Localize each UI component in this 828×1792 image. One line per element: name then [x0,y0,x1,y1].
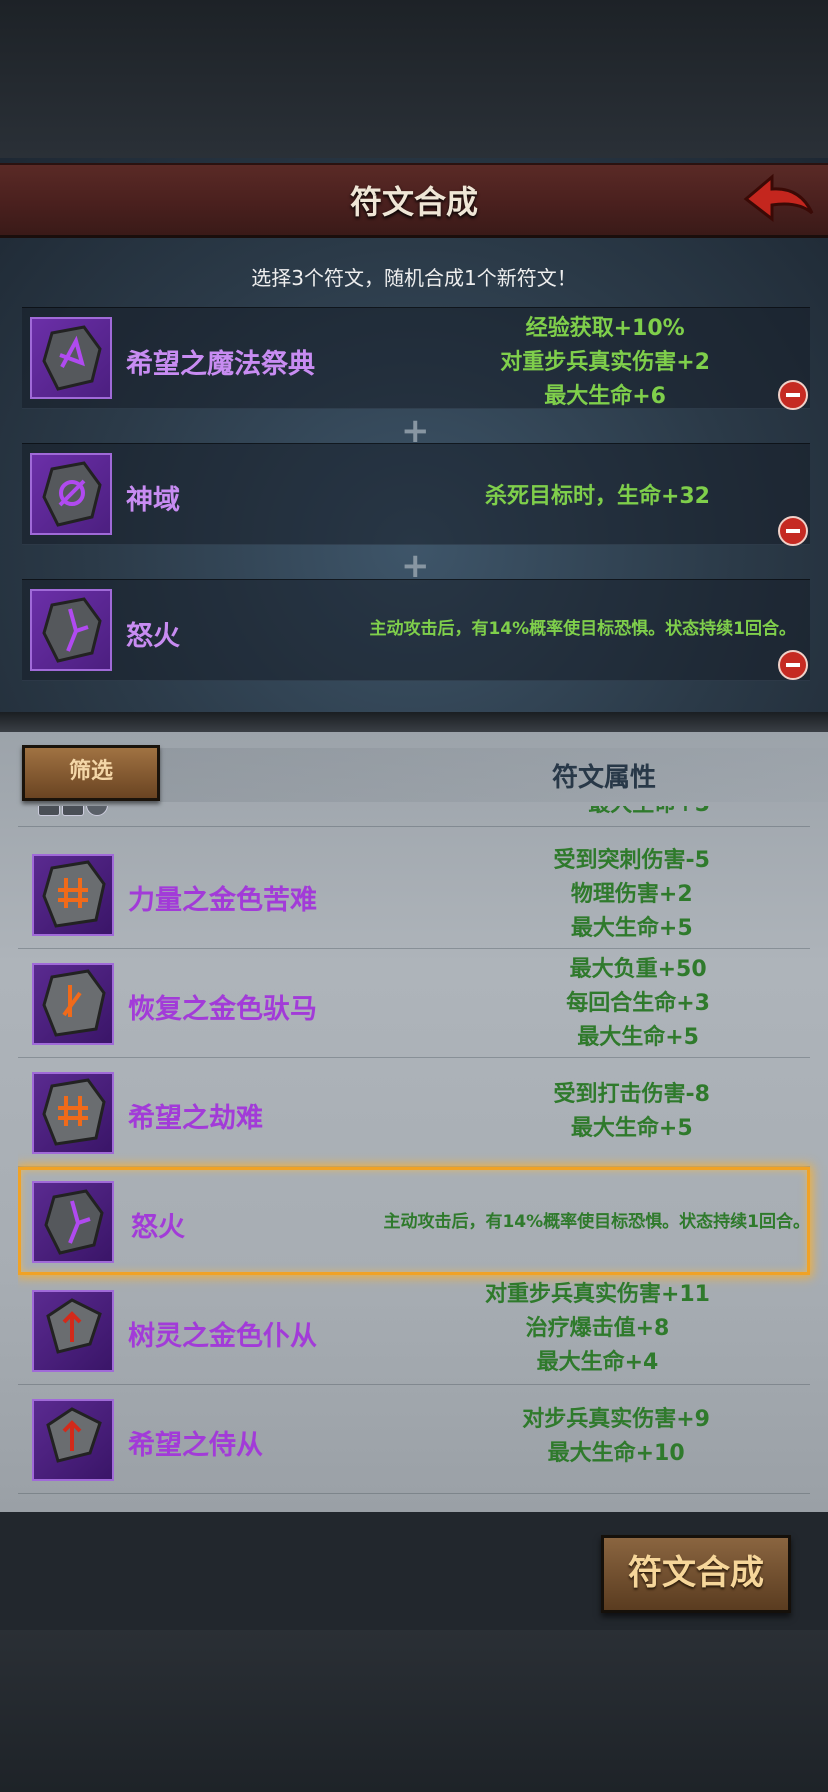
rune-name: 恢复之金色驮马 [128,994,317,1025]
list-item[interactable]: 希望之劫难 受到打击伤害-8 最大生命+5 [18,1058,810,1167]
attribute-column-header: 符文属性 [552,763,657,793]
rune-icon [32,1072,114,1154]
rune-attribute: 治疗爆击值+8 [525,1316,670,1341]
rune-name: 怒火 [131,1212,185,1243]
rune-attributes: 杀死目标时，生命+32 [485,480,710,514]
rune-icon [30,453,112,535]
rune-attributes: 受到突刺伤害-5 物理伤害+2 最大生命+5 [554,844,710,946]
selected-rune-slot[interactable]: 希望之魔法祭典 经验获取+10% 对重步兵真实伤害+2 最大生命+6 [22,307,810,409]
rune-name: 希望之劫难 [128,1103,263,1134]
rune-attributes: 最大生命+5 [588,806,710,822]
rune-attribute: 主动攻击后，有14%概率使目标恐惧。状态持续1回合。 [369,619,796,639]
rune-attribute: 每回合生命+3 [566,991,710,1016]
rune-icon [32,963,114,1045]
rune-attribute: 经验获取+10% [525,316,685,341]
rune-attributes: 对重步兵真实伤害+11 治疗爆击值+8 最大生命+4 [485,1278,710,1380]
plus-icon: + [401,411,430,451]
bottom-bar [0,1630,828,1792]
selected-rune-slot[interactable]: 怒火 主动攻击后，有14%概率使目标恐惧。状态持续1回合。 [22,579,810,681]
socket-icons [38,806,108,818]
rune-icon [30,317,112,399]
rune-attribute: 对重步兵真实伤害+2 [500,350,710,375]
rune-attribute: 受到打击伤害-8 [553,1082,710,1107]
list-item[interactable]: 树灵之金色仆从 对重步兵真实伤害+11 治疗爆击值+8 最大生命+4 [18,1276,810,1385]
rune-icon [32,854,114,936]
rune-name: 树灵之金色仆从 [128,1321,317,1352]
rune-name: 神域 [126,485,180,516]
rune-name: 力量之金色苦难 [128,885,317,916]
rune-icon [32,1399,114,1481]
list-item-selected[interactable]: 怒火 主动攻击后，有14%概率使目标恐惧。状态持续1回合。 [18,1167,810,1275]
rune-attribute: 最大生命+5 [577,1025,699,1050]
remove-rune-button[interactable] [778,516,808,546]
plus-icon: + [401,546,430,586]
instruction-text: 选择3个符文，随机合成1个新符文！ [251,266,577,290]
remove-rune-button[interactable] [778,380,808,410]
rune-attribute: 对重步兵真实伤害+11 [484,1282,710,1307]
rune-attribute: 最大负重+50 [569,957,707,982]
header-bar: 符文合成 [0,163,828,238]
rune-attribute: 最大生命+5 [570,916,693,941]
rune-attributes: 受到打击伤害-8 最大生命+5 [554,1078,710,1146]
rune-attribute: 最大生命+10 [547,1441,685,1466]
rune-attribute: 受到突刺伤害-5 [553,848,710,873]
rune-list[interactable]: 最大生命+5 力量之金色苦难 受到突刺伤害-5 物理伤害+2 最大生命+5 恢复… [18,806,828,1506]
rune-name: 希望之侍从 [128,1430,263,1461]
rune-attribute: 最大生命+4 [536,1350,659,1375]
rune-attribute: 最大生命+5 [570,1116,693,1141]
top-background [0,0,828,158]
rune-attribute: 杀死目标时，生命+32 [484,484,710,509]
rune-icon [30,589,112,671]
page-title: 符文合成 [349,183,478,221]
rune-attributes: 最大负重+50 每回合生命+3 最大生命+5 [566,953,710,1055]
rune-attribute: 最大生命+6 [544,384,666,409]
rune-attributes: 经验获取+10% 对重步兵真实伤害+2 最大生命+6 [500,312,710,414]
panel-divider [0,712,828,732]
header-strip [160,748,828,802]
list-item[interactable]: 力量之金色苦难 受到突刺伤害-5 物理伤害+2 最大生命+5 [18,840,810,949]
rune-attributes: 对步兵真实伤害+9 最大生命+10 [522,1403,710,1471]
rune-icon [32,1290,114,1372]
back-arrow-icon [743,173,814,223]
filter-button[interactable]: 筛选 [22,745,160,801]
synthesize-button[interactable]: 符文合成 [601,1535,791,1613]
rune-attribute: 最大生命+5 [588,806,710,822]
rune-name: 怒火 [126,621,180,652]
rune-attribute: 对步兵真实伤害+9 [522,1407,710,1432]
list-item[interactable]: 希望之侍从 对步兵真实伤害+9 最大生命+10 [18,1385,810,1494]
rune-name: 希望之魔法祭典 [126,349,315,380]
back-button[interactable] [742,169,818,229]
rune-icon [32,1181,114,1263]
list-item[interactable]: 最大生命+5 [18,806,810,827]
selected-rune-slot[interactable]: 神域 杀死目标时，生命+32 [22,443,810,545]
rune-attribute: 物理伤害+2 [570,882,693,907]
list-item[interactable]: 恢复之金色驮马 最大负重+50 每回合生命+3 最大生命+5 [18,949,810,1058]
rune-attribute: 主动攻击后，有14%概率使目标恐惧。状态持续1回合。 [383,1212,810,1232]
remove-rune-button[interactable] [778,650,808,680]
